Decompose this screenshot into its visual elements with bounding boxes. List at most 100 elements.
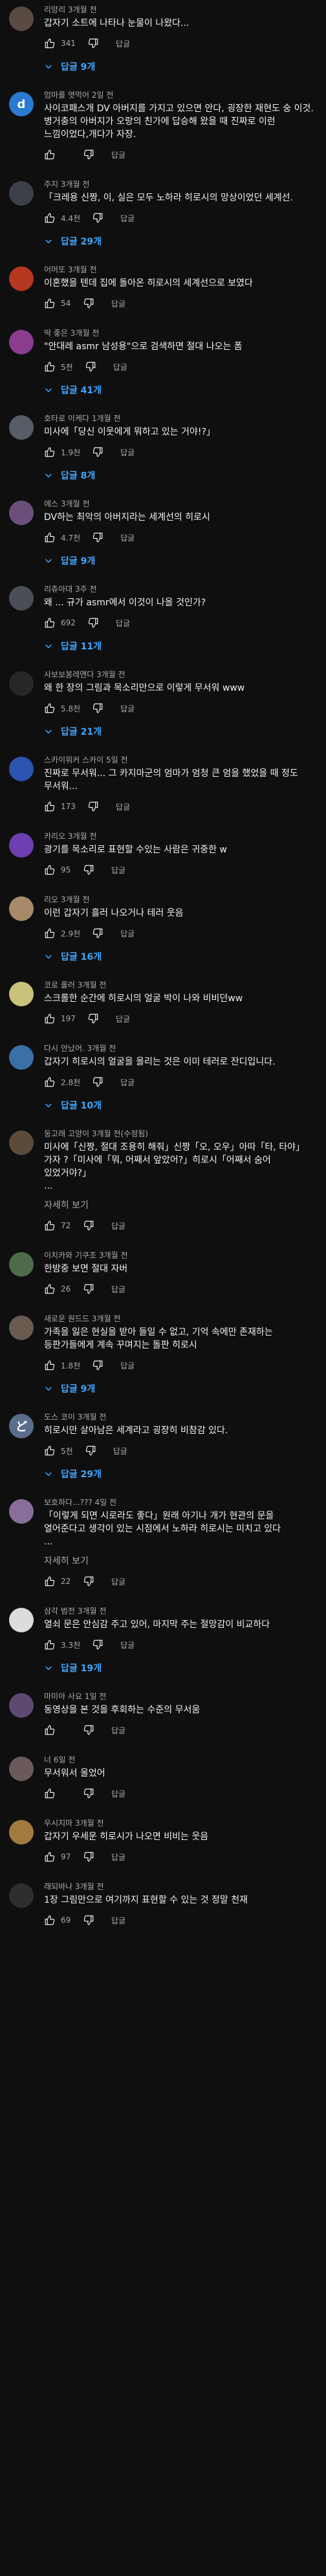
comment-author[interactable]: 스카이워커 스카이 [44, 755, 103, 764]
comment-author[interactable]: 어머또 [44, 265, 65, 274]
avatar[interactable] [9, 896, 34, 921]
avatar[interactable] [9, 1131, 34, 1155]
dislike-button-icon[interactable] [92, 1359, 103, 1371]
like-button-icon[interactable] [44, 1788, 56, 1799]
dislike-button-icon[interactable] [83, 1914, 94, 1926]
view-replies-button[interactable]: 답글 9개 [44, 58, 316, 75]
comment-author[interactable]: 다시 안났어. [44, 1044, 85, 1053]
view-replies-button[interactable]: 답글 21개 [44, 723, 316, 740]
comment-author[interactable]: 주지 [44, 180, 58, 189]
comment-author[interactable]: 카리오 [44, 832, 65, 841]
comment-author[interactable]: 에스 [44, 499, 58, 508]
avatar[interactable] [9, 671, 34, 696]
dislike-button-icon[interactable] [92, 1639, 103, 1651]
like-button-icon[interactable] [44, 212, 56, 224]
comment-author[interactable]: 리오 [44, 895, 58, 904]
reply-button[interactable]: 답글 [116, 1013, 130, 1024]
view-replies-button[interactable]: 답글 29개 [44, 1466, 316, 1482]
like-button-icon[interactable] [44, 361, 56, 373]
comment-author[interactable]: 엄마를 엿먹어 [44, 91, 89, 100]
dislike-button-icon[interactable] [87, 617, 99, 629]
avatar[interactable] [9, 1608, 34, 1632]
like-button-icon[interactable] [44, 1220, 56, 1231]
dislike-button-icon[interactable] [92, 532, 103, 543]
avatar[interactable] [9, 982, 34, 1006]
dislike-button-icon[interactable] [83, 1283, 94, 1295]
comment-author[interactable]: 너 [44, 1755, 51, 1764]
view-replies-button[interactable]: 답글 19개 [44, 1660, 316, 1676]
like-button-icon[interactable] [44, 1359, 56, 1371]
reply-button[interactable]: 답글 [111, 1788, 125, 1799]
reply-button[interactable]: 답글 [120, 1077, 135, 1088]
reply-button[interactable]: 답글 [111, 298, 125, 309]
like-button-icon[interactable] [44, 1575, 56, 1587]
dislike-button-icon[interactable] [92, 212, 103, 224]
avatar[interactable] [9, 181, 34, 206]
view-replies-button[interactable]: 답글 9개 [44, 552, 316, 569]
reply-button[interactable]: 답글 [111, 1915, 125, 1926]
avatar[interactable] [9, 330, 34, 354]
avatar[interactable]: ど [9, 1414, 34, 1438]
like-button-icon[interactable] [44, 446, 56, 458]
avatar[interactable] [9, 833, 34, 858]
like-button-icon[interactable] [44, 1076, 56, 1088]
dislike-button-icon[interactable] [87, 1013, 99, 1024]
reply-button[interactable]: 답글 [111, 1852, 125, 1863]
read-more-link[interactable]: 자세히 보기 [44, 1555, 316, 1568]
comment-author[interactable]: 이치카와 기쿠조 [44, 1251, 96, 1260]
avatar[interactable] [9, 1693, 34, 1718]
reply-button[interactable]: 답글 [116, 618, 130, 629]
dislike-button-icon[interactable] [83, 1851, 94, 1863]
like-button-icon[interactable] [44, 1445, 56, 1456]
reply-button[interactable]: 답글 [111, 1220, 125, 1231]
comment-author[interactable]: 마미아 사요 [44, 1692, 82, 1701]
dislike-button-icon[interactable] [92, 446, 103, 458]
avatar[interactable] [9, 586, 34, 611]
avatar[interactable] [9, 1252, 34, 1277]
reply-button[interactable]: 답글 [120, 1360, 135, 1371]
reply-button[interactable]: 답글 [120, 703, 135, 714]
dislike-button-icon[interactable] [87, 801, 99, 812]
reply-button[interactable]: 답글 [113, 1445, 127, 1456]
reply-button[interactable]: 답글 [111, 1576, 125, 1587]
dislike-button-icon[interactable] [92, 1076, 103, 1088]
view-replies-button[interactable]: 답글 11개 [44, 638, 316, 655]
avatar[interactable] [9, 266, 34, 291]
avatar[interactable]: d [9, 92, 34, 116]
comment-author[interactable]: 사보보봉레앤다 [44, 670, 94, 679]
reply-button[interactable]: 답글 [120, 1640, 135, 1651]
like-button-icon[interactable] [44, 38, 56, 49]
dislike-button-icon[interactable] [92, 927, 103, 939]
comment-author[interactable]: 딱 좋은 [44, 329, 68, 338]
view-replies-button[interactable]: 답글 29개 [44, 233, 316, 250]
avatar[interactable] [9, 1499, 34, 1524]
like-button-icon[interactable] [44, 1851, 56, 1863]
like-button-icon[interactable] [44, 864, 56, 876]
comment-author[interactable]: 우시지마 [44, 1819, 72, 1828]
dislike-button-icon[interactable] [87, 38, 99, 49]
reply-button[interactable]: 답글 [120, 532, 135, 543]
like-button-icon[interactable] [44, 702, 56, 714]
avatar[interactable] [9, 415, 34, 440]
avatar[interactable] [9, 1820, 34, 1845]
reply-button[interactable]: 답글 [120, 213, 135, 224]
dislike-button-icon[interactable] [83, 149, 94, 160]
comment-author[interactable]: 새로운 원드드 [44, 1314, 89, 1323]
avatar[interactable] [9, 757, 34, 781]
reply-button[interactable]: 답글 [111, 1725, 125, 1736]
comment-author[interactable]: 삼각 범전 [44, 1607, 75, 1616]
view-replies-button[interactable]: 답글 16개 [44, 948, 316, 965]
like-button-icon[interactable] [44, 1724, 56, 1736]
like-button-icon[interactable] [44, 532, 56, 543]
dislike-button-icon[interactable] [92, 702, 103, 714]
dislike-button-icon[interactable] [85, 1445, 96, 1456]
dislike-button-icon[interactable] [83, 298, 94, 309]
comment-author[interactable]: 도스 코이 [44, 1412, 75, 1422]
like-button-icon[interactable] [44, 1639, 56, 1651]
avatar[interactable] [9, 1045, 34, 1070]
dislike-button-icon[interactable] [85, 361, 96, 373]
reply-button[interactable]: 답글 [111, 865, 125, 876]
dislike-button-icon[interactable] [83, 1788, 94, 1799]
comment-author[interactable]: 래되바나 [44, 1882, 72, 1891]
like-button-icon[interactable] [44, 1283, 56, 1295]
